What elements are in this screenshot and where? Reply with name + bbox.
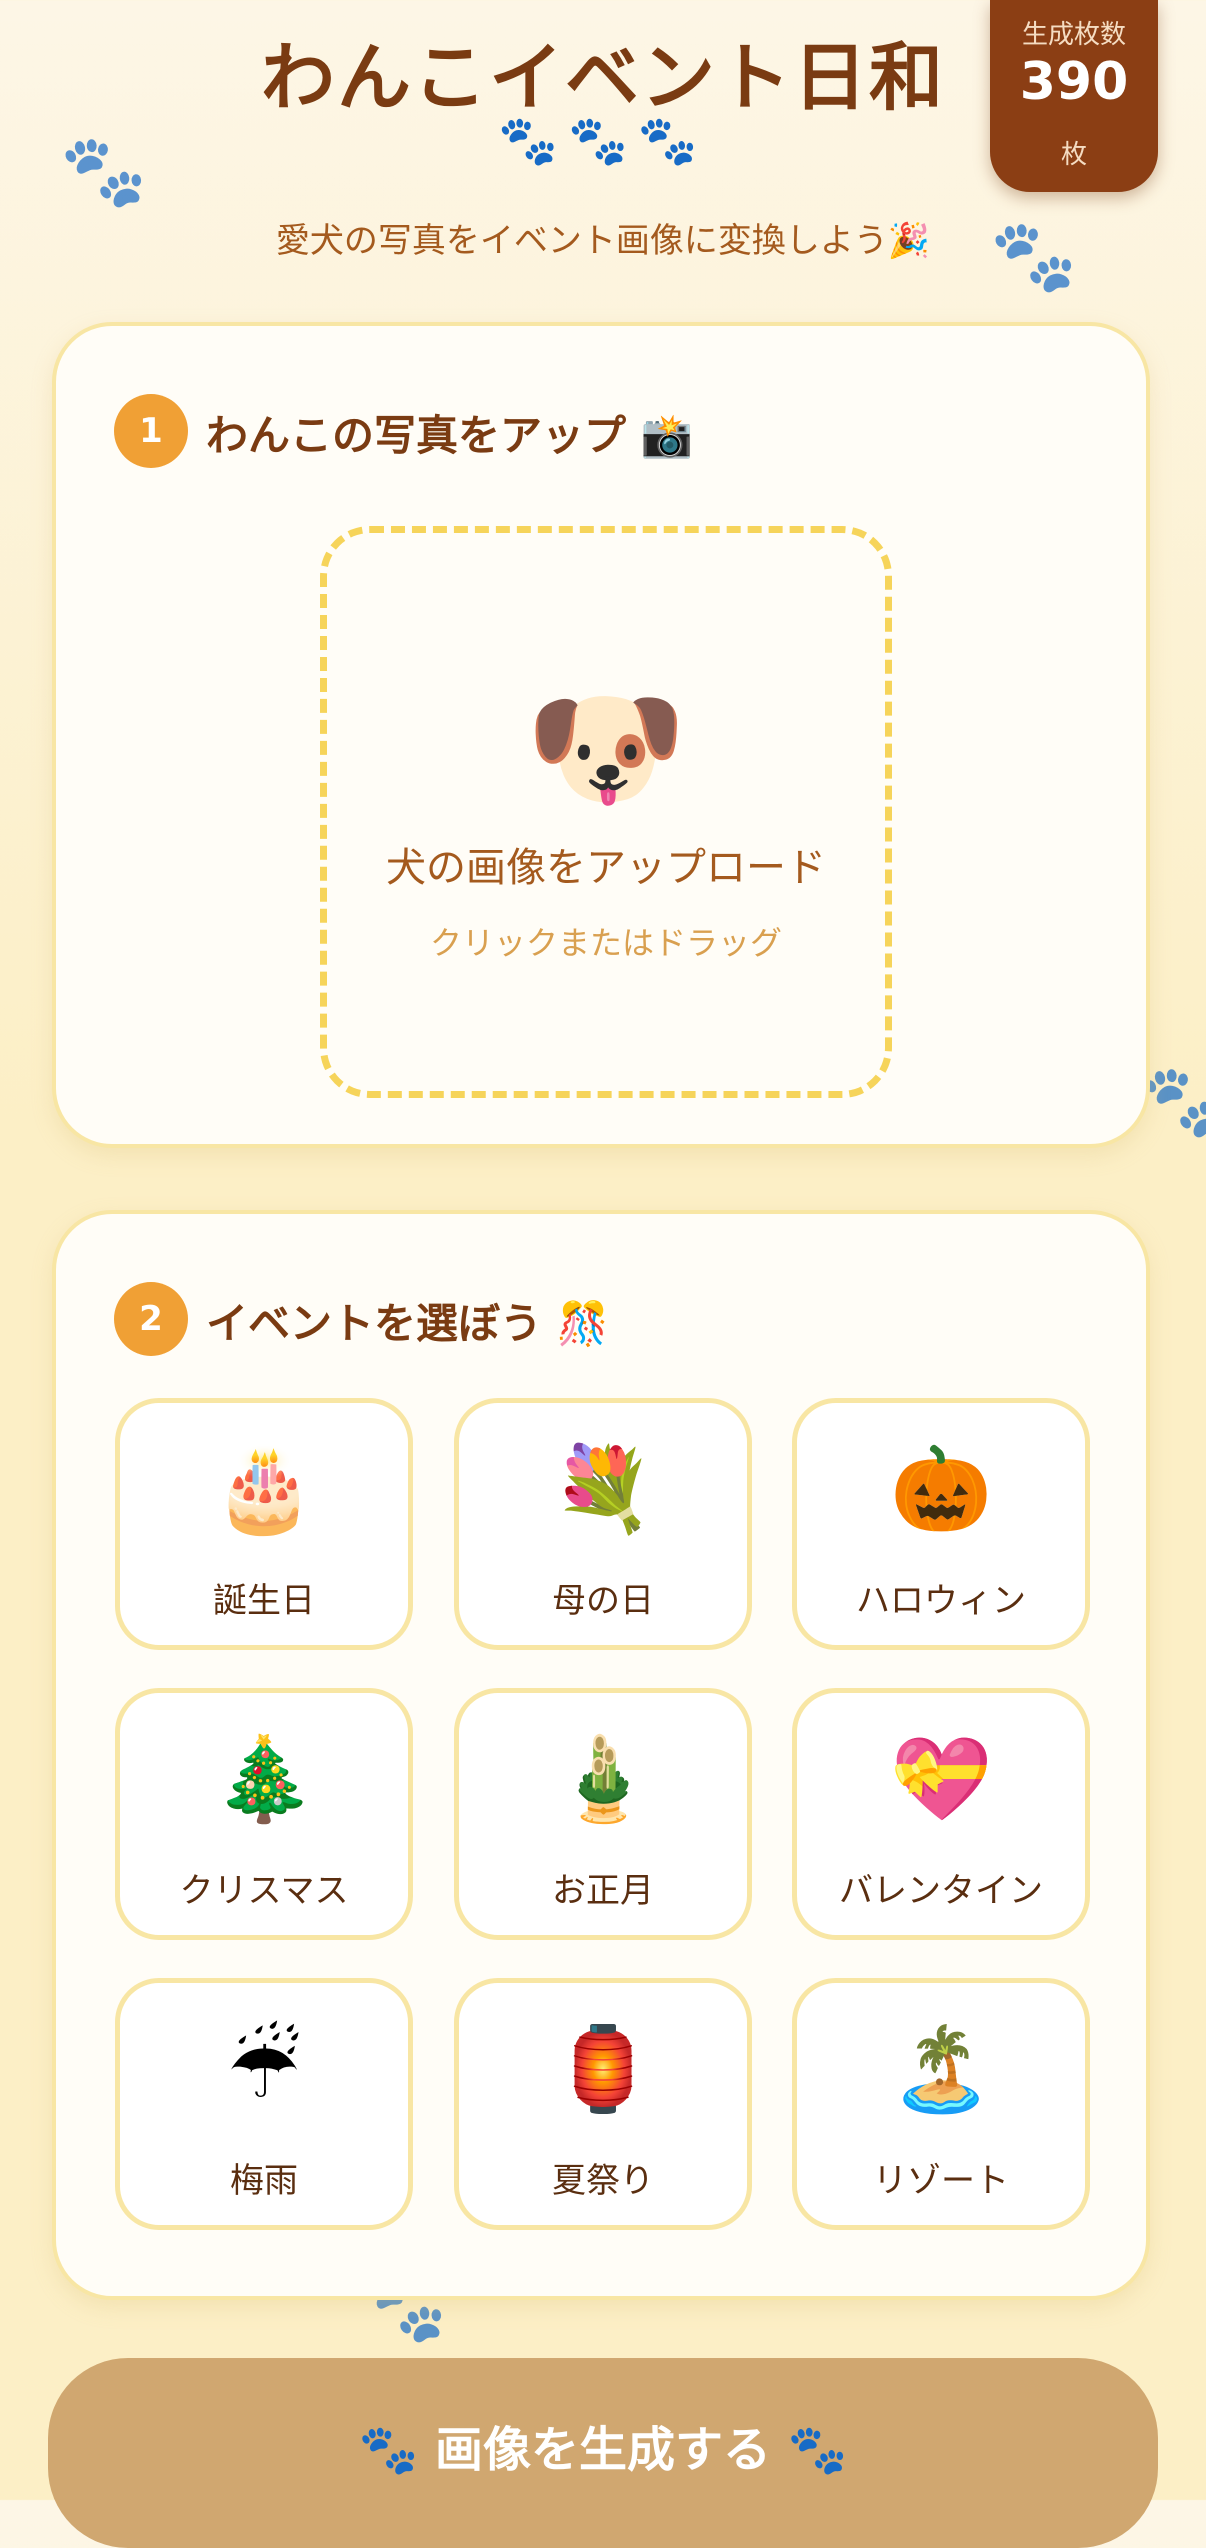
event-label: 誕生日 [213,1581,315,1621]
page-subtitle: 愛犬の写真をイベント画像に変換しよう🎉 [275,221,931,261]
event-label: ハロウィン [856,1581,1026,1621]
bouquet-icon: 💐 [551,1442,655,1537]
counter-label: 生成枚数 [1021,20,1126,50]
generation-counter-badge: 生成枚数 390 枚 [990,0,1158,192]
heart-gift-icon: 💝 [889,1732,993,1827]
step-number-badge: 1 [114,394,188,468]
event-option-halloween[interactable]: 🎃 ハロウィン [792,1398,1090,1650]
event-label: クリスマス [179,1871,349,1911]
event-label: リゾート [873,2161,1009,2201]
upload-section-card: 1 わんこの写真をアップ 📸 🐶 犬の画像をアップロード クリックまたはドラッグ [52,322,1150,1148]
event-label: 母の日 [552,1581,654,1621]
christmas-tree-icon: 🎄 [212,1732,316,1827]
counter-value: 390 [1019,52,1129,112]
umbrella-rain-icon: ☔ [227,2022,301,2117]
counter-unit: 枚 [1060,140,1087,170]
event-section-card: 2 イベントを選ぼう 🎊 🎂 誕生日 💐 母の日 🎃 ハロウィン 🎄 クリスマス… [52,1210,1150,2300]
birthday-cake-icon: 🎂 [212,1442,316,1537]
event-option-resort[interactable]: 🏝️ リゾート [792,1978,1090,2230]
event-label: お正月 [552,1871,654,1911]
event-option-birthday[interactable]: 🎂 誕生日 [115,1398,413,1650]
event-option-summer-festival[interactable]: 🏮 夏祭り [454,1978,752,2230]
event-option-valentine[interactable]: 💝 バレンタイン [792,1688,1090,1940]
kadomatsu-icon: 🎍 [551,1732,655,1827]
jack-o-lantern-icon: 🎃 [889,1442,993,1537]
generate-image-button[interactable]: 🐾 画像を生成する 🐾 [48,2358,1158,2548]
dog-icon: 🐶 [525,672,687,824]
upload-label: 犬の画像をアップロード [386,845,826,891]
event-label: 梅雨 [230,2161,298,2201]
event-option-mothers-day[interactable]: 💐 母の日 [454,1398,752,1650]
step-number-badge: 2 [114,1282,188,1356]
island-icon: 🏝️ [889,2022,993,2117]
section-title: わんこの写真をアップ 📸 [206,411,693,460]
event-option-new-year[interactable]: 🎍 お正月 [454,1688,752,1940]
lantern-icon: 🏮 [551,2022,655,2117]
event-label: 夏祭り [552,2161,654,2201]
generate-button-label: 🐾 画像を生成する 🐾 [358,2422,848,2478]
upload-hint: クリックまたはドラッグ [429,924,782,962]
event-option-christmas[interactable]: 🎄 クリスマス [115,1688,413,1940]
image-upload-dropzone[interactable]: 🐶 犬の画像をアップロード クリックまたはドラッグ [320,526,892,1098]
section-title: イベントを選ぼう 🎊 [206,1299,609,1348]
event-label: バレンタイン [839,1871,1043,1911]
event-option-rainy-season[interactable]: ☔ 梅雨 [115,1978,413,2230]
